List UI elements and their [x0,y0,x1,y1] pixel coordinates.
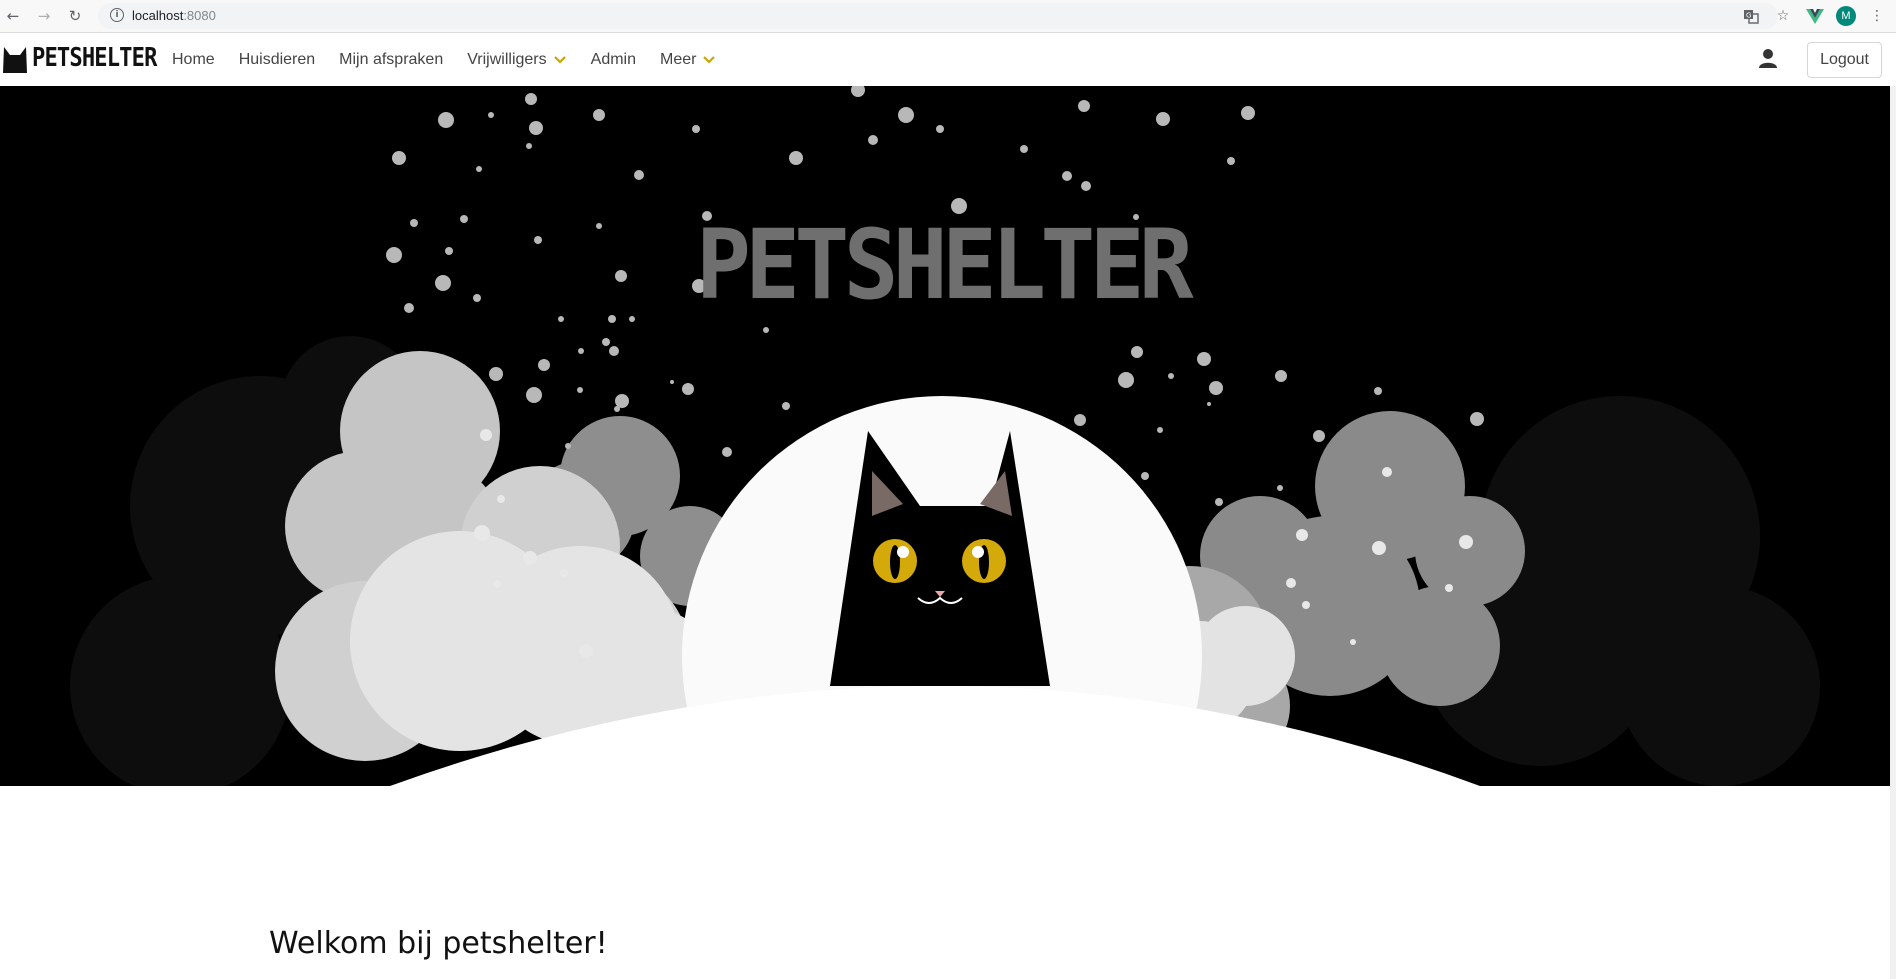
address-bar[interactable]: i localhost:8080 [98,3,1778,29]
logout-button[interactable]: Logout [1807,42,1882,78]
profile-avatar[interactable]: M [1836,6,1856,26]
svg-text:G: G [1746,12,1751,20]
nav-links: Home Huisdieren Mijn afspraken Vrijwilli… [160,34,728,86]
reload-icon[interactable]: ↻ [64,5,86,27]
forward-icon[interactable]: → [33,5,55,27]
star-icon[interactable]: ☆ [1772,5,1794,27]
translate-icon[interactable]: G [1740,5,1762,27]
browser-toolbar: ← → ↻ i localhost:8080 G ☆ M ⋮ [0,0,1896,33]
nav-mijn-afspraken[interactable]: Mijn afspraken [327,34,455,86]
scrollbar[interactable] [1890,86,1896,979]
hero-title: PETSHELTER [696,210,1194,322]
nav-vrijwilligers-dropdown[interactable]: Vrijwilligers [455,34,578,86]
nav-admin[interactable]: Admin [579,34,648,86]
url-text[interactable]: localhost:8080 [132,8,216,23]
cat-logo-icon [3,47,27,73]
nav-home[interactable]: Home [160,34,227,86]
info-icon[interactable]: i [110,8,124,22]
welcome-heading: Welkom bij petshelter! [269,926,608,961]
hero-banner: PETSHELTER [0,86,1896,786]
user-icon[interactable] [1757,47,1779,73]
chevron-down-icon [553,56,566,64]
nav-meer-dropdown[interactable]: Meer [648,34,728,86]
back-icon[interactable]: ← [2,5,24,27]
hero-illustration: PETSHELTER [0,86,1896,786]
vue-devtools-icon[interactable] [1804,5,1826,27]
brand-name: PETSHELTER [32,43,157,73]
main-navbar: PETSHELTER Home Huisdieren Mijn afsprake… [0,34,1896,86]
chevron-down-icon [703,56,716,64]
nav-huisdieren[interactable]: Huisdieren [227,34,327,86]
menu-dots-icon[interactable]: ⋮ [1866,5,1888,27]
brand-logo[interactable]: PETSHELTER [2,43,179,73]
